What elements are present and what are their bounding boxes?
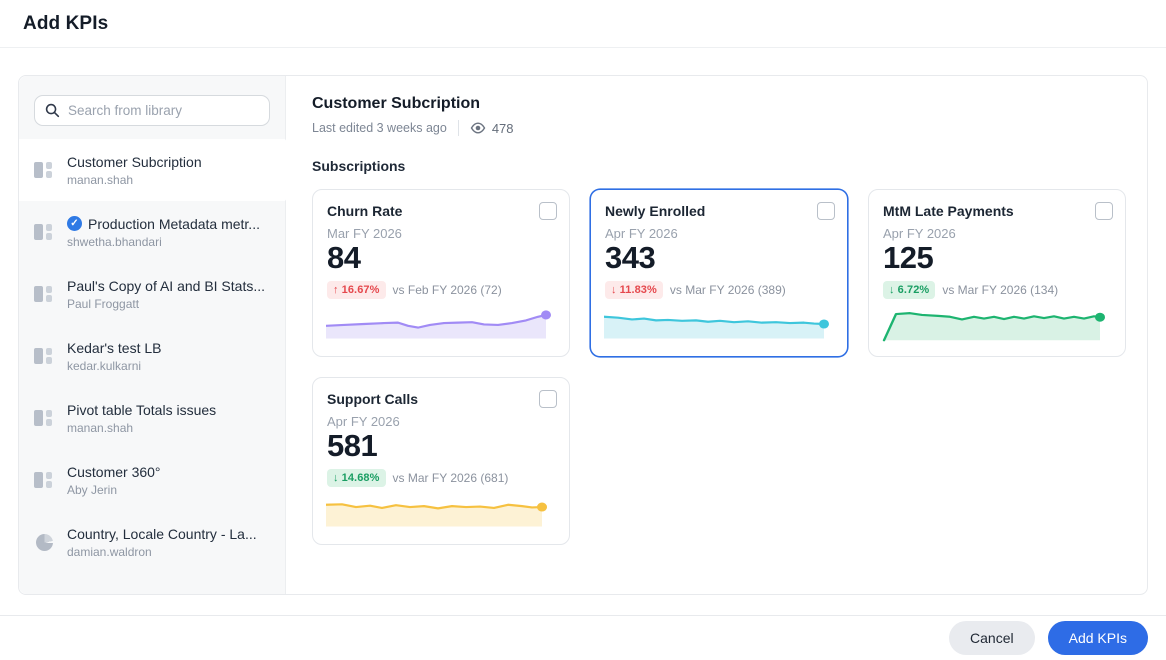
library-item-title: Country, Locale Country - La... — [67, 526, 257, 542]
kpi-card[interactable]: Support Calls Apr FY 2026 581 ↓ 14.68% v… — [312, 377, 570, 545]
meta-row: Last edited 3 weeks ago 478 — [312, 120, 1123, 136]
kpi-card[interactable]: MtM Late Payments Apr FY 2026 125 ↓ 6.72… — [868, 189, 1126, 357]
kpi-library-panel: ✓ Customer Subcription manan.shah ✓ Prod… — [18, 75, 1148, 595]
pie-chart-icon — [36, 534, 53, 551]
library-sidebar: ✓ Customer Subcription manan.shah ✓ Prod… — [19, 76, 286, 594]
search-input[interactable] — [68, 103, 259, 118]
kpi-delta-value: 11.83% — [620, 284, 657, 296]
trend-arrow-icon: ↓ — [333, 472, 339, 484]
kpi-comparison-text: vs Mar FY 2026 (389) — [670, 283, 786, 297]
library-list-item[interactable]: ✓ Production Metadata metr... shwetha.bh… — [19, 201, 285, 263]
kpi-card-grid: Churn Rate Mar FY 2026 84 ↑ 16.67% vs Fe… — [312, 189, 1123, 545]
library-item-owner: manan.shah — [67, 173, 275, 187]
kpi-period: Mar FY 2026 — [327, 226, 555, 241]
kpi-period: Apr FY 2026 — [605, 226, 833, 241]
page-title: Add KPIs — [23, 13, 1166, 35]
kpi-delta-badge: ↓ 11.83% — [605, 281, 663, 299]
kpi-period: Apr FY 2026 — [883, 226, 1111, 241]
kpi-delta-value: 16.67% — [342, 284, 380, 296]
library-item-title: Kedar's test LB — [67, 340, 162, 356]
library-list-item[interactable]: ✓ Pivot table Totals issues manan.shah — [19, 387, 285, 449]
dashboard-icon — [34, 284, 54, 304]
kpi-comparison-text: vs Mar FY 2026 (134) — [942, 283, 1058, 297]
kpi-value: 125 — [883, 241, 1111, 276]
library-item-title: Customer 360° — [67, 464, 161, 480]
kpi-checkbox[interactable] — [817, 202, 835, 220]
kpi-sparkline-chart — [604, 305, 832, 343]
kpi-comparison-text: vs Feb FY 2026 (72) — [393, 283, 502, 297]
kpi-name: MtM Late Payments — [883, 203, 1111, 219]
kpi-delta-value: 14.68% — [342, 472, 380, 484]
page-header: Add KPIs — [0, 0, 1166, 48]
library-item-owner: Aby Jerin — [67, 483, 275, 497]
dashboard-icon — [34, 346, 54, 366]
library-item-title: Paul's Copy of AI and BI Stats... — [67, 278, 265, 294]
library-item-title: Production Metadata metr... — [88, 216, 260, 232]
kpi-sparkline-chart — [882, 305, 1110, 343]
library-item-title: Customer Subcription — [67, 154, 202, 170]
search-box[interactable] — [34, 95, 270, 126]
meta-divider — [458, 120, 459, 136]
kpi-comparison-text: vs Mar FY 2026 (681) — [393, 471, 509, 485]
library-list-item[interactable]: ✓ Customer 360° Aby Jerin — [19, 449, 285, 511]
trend-arrow-icon: ↓ — [889, 284, 895, 296]
kpi-sparkline-chart — [326, 493, 554, 531]
kpi-checkbox[interactable] — [539, 390, 557, 408]
dashboard-title: Customer Subcription — [312, 95, 1123, 113]
kpi-value: 581 — [327, 429, 555, 464]
eye-icon — [470, 120, 486, 136]
library-list: ✓ Customer Subcription manan.shah ✓ Prod… — [19, 139, 285, 573]
views-counter: 478 — [470, 120, 514, 136]
last-edited-text: Last edited 3 weeks ago — [312, 121, 447, 135]
kpi-delta-badge: ↑ 16.67% — [327, 281, 386, 299]
kpi-value: 84 — [327, 241, 555, 276]
verified-badge-icon: ✓ — [67, 216, 82, 231]
kpi-name: Churn Rate — [327, 203, 555, 219]
cancel-button[interactable]: Cancel — [949, 621, 1035, 655]
trend-arrow-icon: ↓ — [611, 284, 617, 296]
kpi-checkbox[interactable] — [1095, 202, 1113, 220]
section-title: Subscriptions — [312, 158, 1123, 174]
dashboard-icon — [34, 160, 54, 180]
library-list-item[interactable]: ✓ Customer Subcription manan.shah — [19, 139, 285, 201]
kpi-period: Apr FY 2026 — [327, 414, 555, 429]
kpi-value: 343 — [605, 241, 833, 276]
dashboard-icon — [34, 470, 54, 490]
views-count: 478 — [492, 121, 514, 136]
dashboard-icon — [34, 222, 54, 242]
kpi-name: Newly Enrolled — [605, 203, 833, 219]
kpi-sparkline-chart — [326, 305, 554, 343]
library-item-owner: damian.waldron — [67, 545, 275, 559]
kpi-card[interactable]: Churn Rate Mar FY 2026 84 ↑ 16.67% vs Fe… — [312, 189, 570, 357]
kpi-card[interactable]: Newly Enrolled Apr FY 2026 343 ↓ 11.83% … — [590, 189, 848, 357]
library-list-item[interactable]: ✓ Paul's Copy of AI and BI Stats... Paul… — [19, 263, 285, 325]
library-item-owner: Paul Froggatt — [67, 297, 275, 311]
library-list-item[interactable]: ✓ Kedar's test LB kedar.kulkarni — [19, 325, 285, 387]
kpi-delta-badge: ↓ 14.68% — [327, 469, 386, 487]
kpi-delta-badge: ↓ 6.72% — [883, 281, 935, 299]
add-kpis-button[interactable]: Add KPIs — [1048, 621, 1148, 655]
kpi-checkbox[interactable] — [539, 202, 557, 220]
dialog-footer: Cancel Add KPIs — [0, 615, 1166, 660]
library-item-title: Pivot table Totals issues — [67, 402, 216, 418]
dashboard-icon — [34, 408, 54, 428]
library-item-owner: shwetha.bhandari — [67, 235, 275, 249]
library-item-owner: manan.shah — [67, 421, 275, 435]
trend-arrow-icon: ↑ — [333, 284, 339, 296]
main-content: Customer Subcription Last edited 3 weeks… — [286, 76, 1147, 594]
library-list-item[interactable]: ✓ Country, Locale Country - La... damian… — [19, 511, 285, 573]
library-item-owner: kedar.kulkarni — [67, 359, 275, 373]
kpi-name: Support Calls — [327, 391, 555, 407]
search-icon — [45, 103, 60, 118]
kpi-delta-value: 6.72% — [898, 284, 930, 296]
